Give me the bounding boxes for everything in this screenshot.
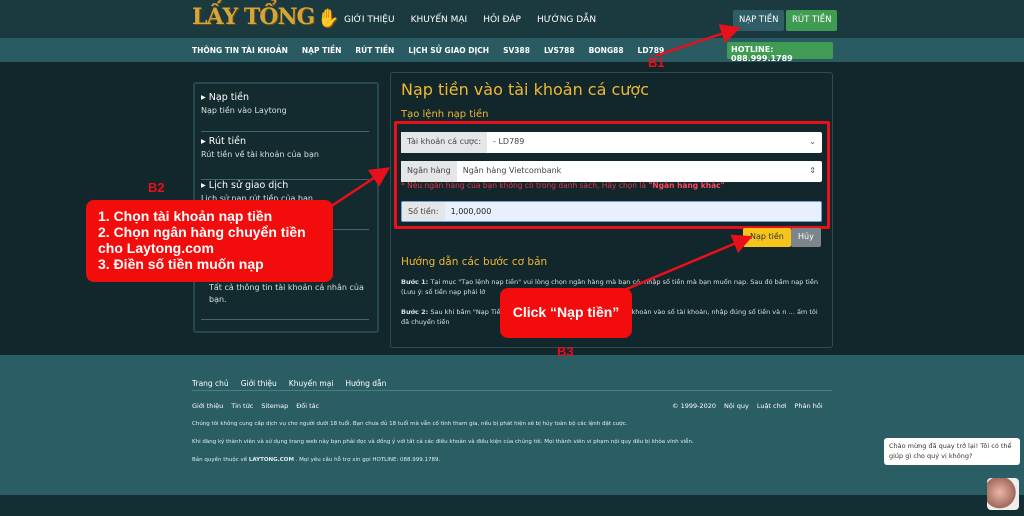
label-b2: B2 bbox=[148, 180, 165, 195]
callout-line: 3. Điền số tiền muốn nạp bbox=[98, 256, 264, 272]
arrow-b3 bbox=[609, 234, 753, 298]
arrow-b1 bbox=[654, 24, 741, 58]
arrow-b2 bbox=[329, 167, 391, 209]
label-b1: B1 bbox=[648, 55, 665, 70]
callout-steps: 1. Chọn tài khoản nạp tiền 2. Chọn ngân … bbox=[86, 200, 333, 282]
callout-line: cho Laytong.com bbox=[98, 240, 214, 256]
callout-line: 2. Chọn ngân hàng chuyển tiền bbox=[98, 224, 306, 240]
label-b3: B3 bbox=[557, 344, 574, 359]
callout-click: Click “Nạp tiền” bbox=[500, 288, 632, 338]
callout-line: 1. Chọn tài khoản nạp tiền bbox=[98, 208, 273, 224]
